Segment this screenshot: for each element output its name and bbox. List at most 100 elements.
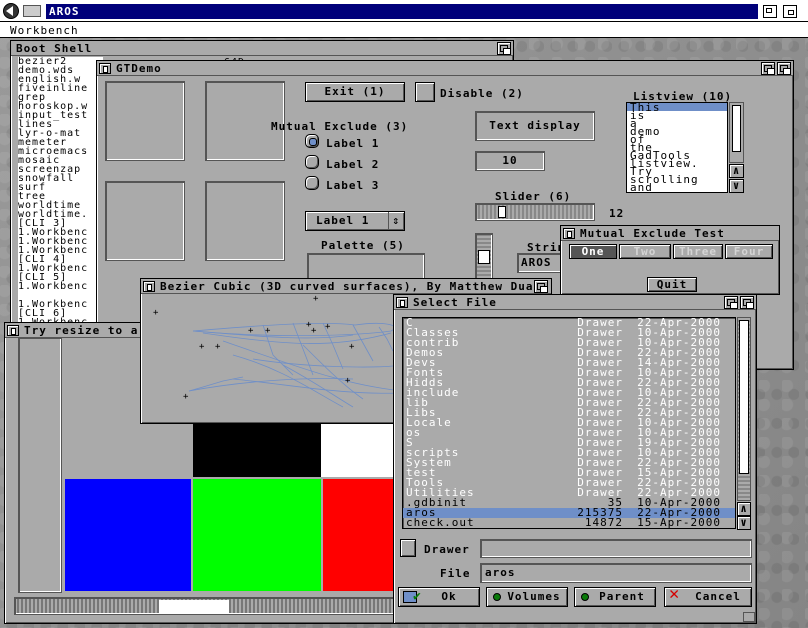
mx-test-one-label: One	[581, 245, 605, 258]
screen-depth-button[interactable]	[783, 5, 797, 18]
drawer-label: Drawer	[424, 543, 470, 556]
select-file-title: Select File	[413, 296, 497, 309]
mx-test-four[interactable]: Four	[725, 244, 773, 259]
color-swatch-green	[193, 479, 321, 591]
parent-button[interactable]: Parent	[574, 587, 656, 607]
color-swatch-red	[323, 479, 399, 591]
listview-item[interactable]: is	[627, 110, 727, 121]
mx-test-two[interactable]: Two	[619, 244, 671, 259]
zoom-icon[interactable]	[740, 296, 754, 309]
listview-down-arrow-icon[interactable]: ∨	[729, 179, 744, 193]
listview-scrollbar[interactable]	[729, 102, 744, 163]
cancel-button[interactable]: ✕ Cancel	[664, 586, 752, 607]
control-point: +	[349, 342, 355, 352]
file-input-value: aros	[485, 566, 516, 579]
mx-label-1: Label 1	[326, 137, 380, 150]
workbench-menubar[interactable]: Workbench	[0, 22, 808, 38]
resize-scroll-knob[interactable]	[159, 600, 229, 613]
volumes-label: Volumes	[507, 590, 561, 603]
depth-icon[interactable]	[534, 280, 548, 293]
control-point: +	[153, 308, 159, 318]
mx-radio-1[interactable]	[305, 134, 319, 148]
gtdemo-titlebar[interactable]: GTDemo	[97, 61, 793, 76]
file-list-up-arrow-icon[interactable]: ∧	[737, 502, 751, 516]
gtdemo-box-3	[105, 181, 185, 261]
mutual-exclude-test-window[interactable]: Mutual Exclude Test One Two Three Four Q…	[560, 225, 780, 295]
file-row[interactable]: check.out 14872 15-Apr-2000	[403, 516, 735, 529]
quit-button[interactable]: Quit	[647, 277, 697, 292]
screen-title: AROS	[49, 5, 80, 18]
resize-gadget[interactable]	[743, 612, 755, 622]
text-display-value: Text display	[489, 119, 581, 132]
mx-radio-3[interactable]	[305, 176, 319, 190]
resize-title: Try resize to a	[24, 324, 139, 337]
gtdemo-box-1	[105, 81, 185, 161]
shell-line: 1.Workbenc	[18, 281, 89, 292]
color-swatch-black	[193, 423, 321, 477]
close-icon[interactable]	[99, 63, 111, 74]
slider-track[interactable]	[475, 203, 595, 221]
string-input-value: AROS	[521, 256, 552, 269]
slider-knob[interactable]	[498, 206, 506, 218]
drawer-checkbox[interactable]	[400, 539, 416, 557]
mx-test-three-label: Three	[678, 245, 718, 258]
mx-test-three[interactable]: Three	[673, 244, 723, 259]
bezier-titlebar[interactable]: Bezier Cubic (3D curved surfaces), By Ma…	[141, 279, 551, 294]
file-list-down-arrow-icon[interactable]: ∨	[737, 516, 751, 530]
exit-button[interactable]: Exit (1)	[305, 82, 405, 102]
palette-label: Palette (5)	[321, 239, 405, 252]
mx-label-2: Label 2	[326, 158, 380, 171]
number-display-value: 10	[502, 154, 518, 167]
volumes-dot-icon	[493, 593, 501, 601]
mx-test-one[interactable]: One	[569, 244, 617, 259]
select-file-titlebar[interactable]: Select File	[394, 295, 756, 310]
file-list[interactable]: C Drawer 22-Apr-2000 Classes Drawer 10-Apr-20…	[402, 317, 736, 529]
resize-horizontal-scrollbar[interactable]	[14, 597, 399, 615]
depth-icon[interactable]	[497, 42, 511, 55]
mutual-test-titlebar[interactable]: Mutual Exclude Test	[561, 226, 779, 241]
file-input[interactable]: aros	[480, 563, 752, 583]
mx-label-3: Label 3	[326, 179, 380, 192]
resize-left-panel	[18, 337, 62, 593]
close-icon[interactable]	[143, 281, 155, 292]
file-list-scroll-knob[interactable]	[739, 320, 749, 474]
gtdemo-box-4	[205, 181, 285, 261]
ok-label: Ok	[441, 590, 457, 603]
listview[interactable]: This is a demo of the GadTools listview. Try scro…	[626, 102, 728, 193]
text-display: Text display	[475, 111, 595, 141]
number-display: 10	[475, 151, 545, 171]
volumes-button[interactable]: Volumes	[486, 587, 568, 607]
close-icon[interactable]	[563, 228, 575, 239]
close-icon[interactable]	[7, 325, 19, 336]
zoom-icon[interactable]	[777, 62, 791, 75]
cycle-button[interactable]: Label 1 ⇕	[305, 211, 405, 231]
bezier-title: Bezier Cubic (3D curved surfaces), By Ma…	[160, 280, 549, 293]
boot-shell-titlebar[interactable]: Boot Shell	[11, 41, 513, 56]
screen-drag-icon[interactable]	[23, 5, 41, 17]
file-list-scrollbar[interactable]	[737, 317, 751, 501]
disable-checkbox[interactable]	[415, 82, 435, 102]
listview-up-arrow-icon[interactable]: ∧	[729, 164, 744, 178]
mx-radio-2[interactable]	[305, 155, 319, 169]
select-file-window[interactable]: Select File C Drawer 22-Apr-2000 Classes Dra…	[393, 294, 757, 624]
screen-title-bar-fill[interactable]: AROS	[46, 4, 758, 19]
control-point: +	[325, 322, 331, 332]
screen-minimize-button[interactable]	[763, 5, 777, 18]
menubar-title: Workbench	[10, 24, 79, 37]
color-swatch-blue	[65, 479, 191, 591]
control-point: +	[248, 326, 254, 336]
quit-label: Quit	[656, 278, 688, 291]
listview-scroll-knob[interactable]	[732, 105, 741, 152]
boot-shell-text: bezier2 demo.wds english.w fiveinline grep ho…	[18, 57, 103, 339]
ok-button[interactable]: ✔ Ok	[398, 587, 480, 607]
depth-icon[interactable]	[724, 296, 738, 309]
vertical-slider-knob[interactable]	[478, 250, 490, 264]
file-size: 14872	[584, 516, 623, 529]
drawer-input[interactable]	[480, 539, 752, 558]
file-label: File	[440, 567, 471, 580]
mx-test-two-label: Two	[633, 245, 657, 258]
close-icon[interactable]	[396, 297, 408, 308]
depth-icon[interactable]	[761, 62, 775, 75]
mx-test-four-label: Four	[733, 245, 765, 258]
slider-label: Slider (6)	[495, 190, 572, 203]
